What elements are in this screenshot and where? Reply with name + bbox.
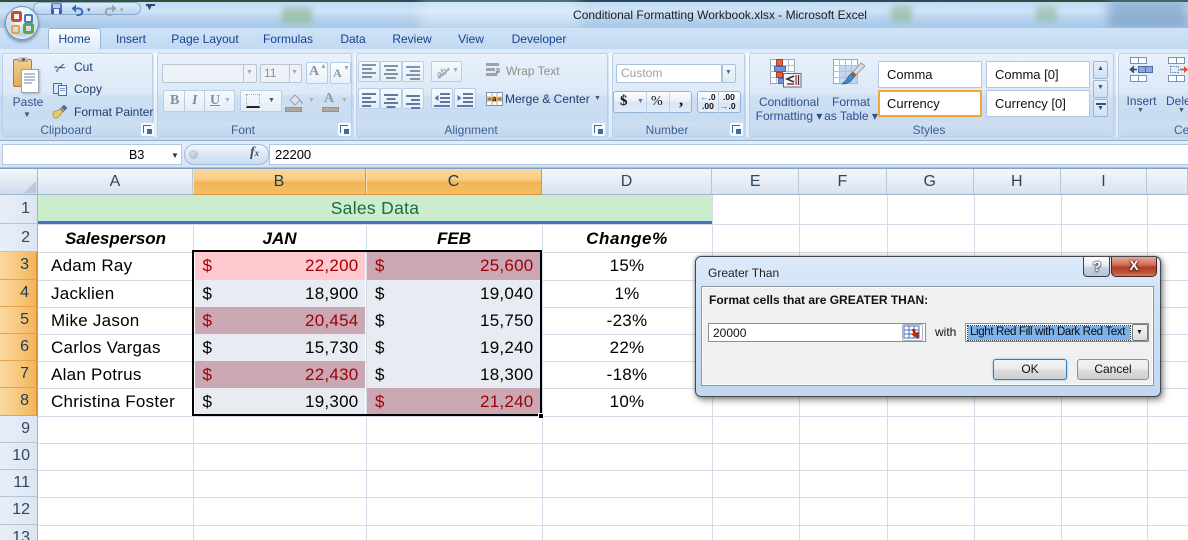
svg-text:a: a bbox=[492, 95, 497, 104]
